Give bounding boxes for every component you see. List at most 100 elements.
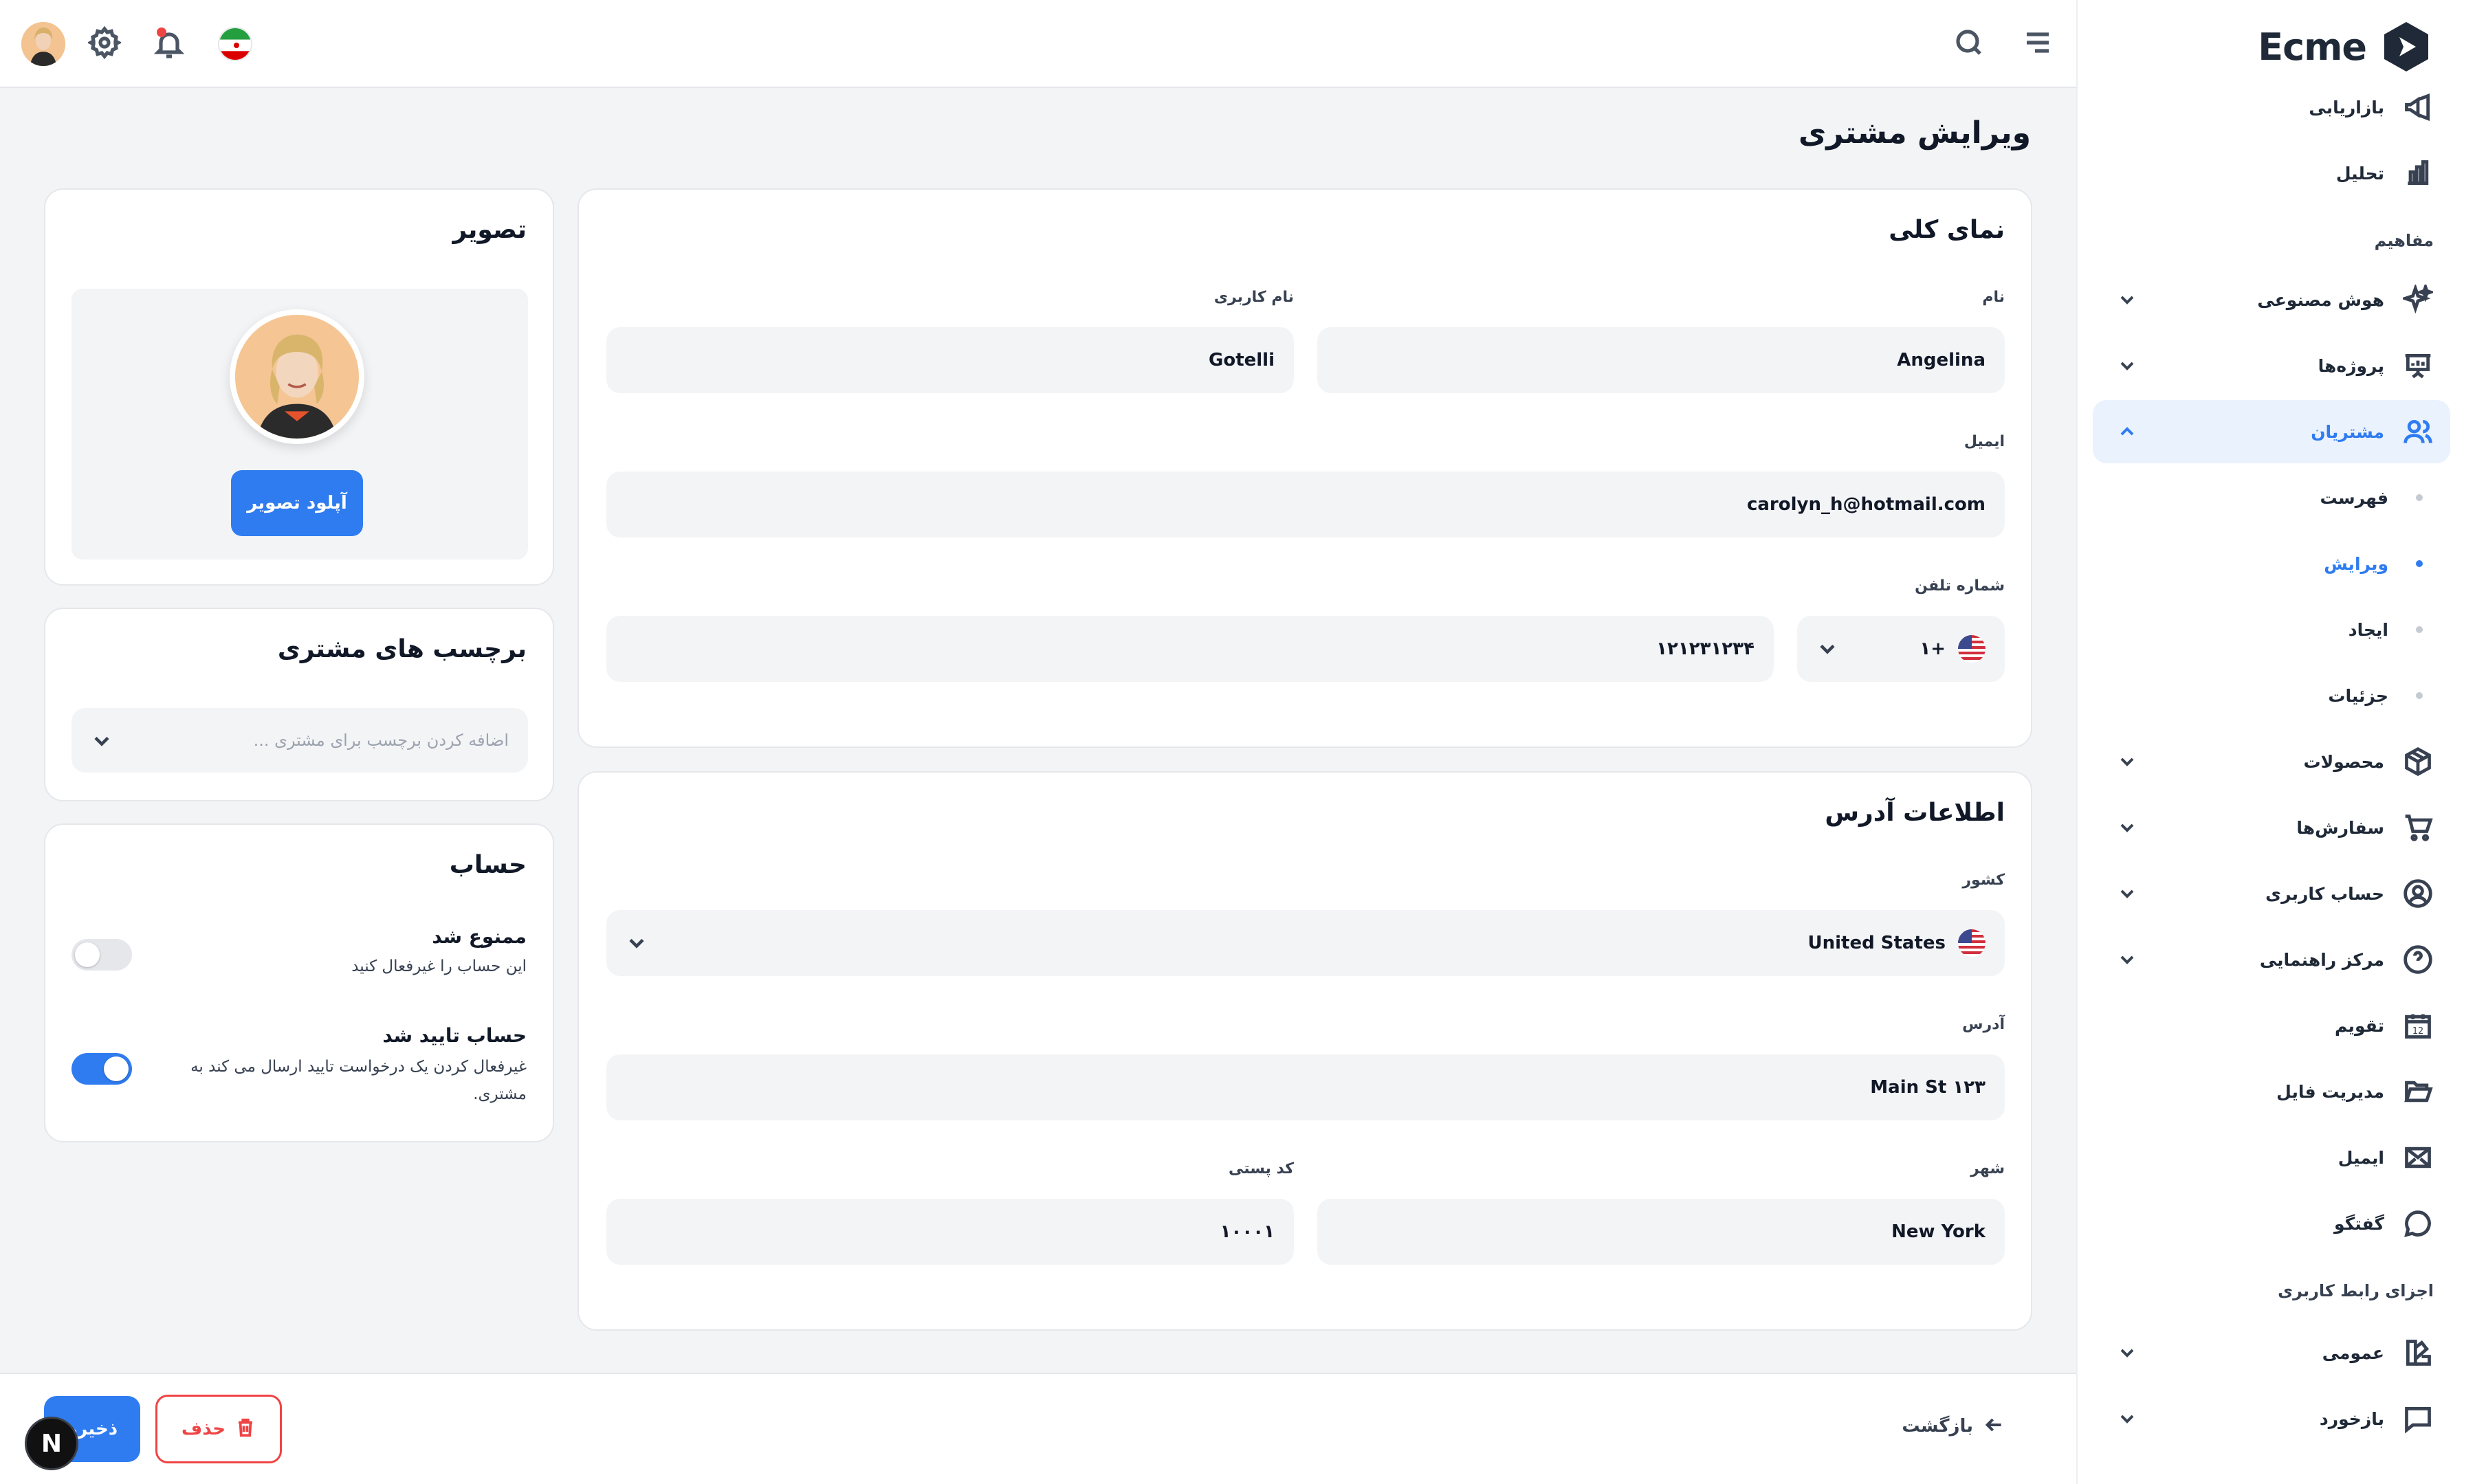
sidebar-item-mail[interactable]: ایمیل <box>2093 1126 2450 1189</box>
menu-toggle-button[interactable] <box>2017 23 2058 65</box>
verified-toggle[interactable] <box>72 1053 132 1085</box>
sidebar-item-account[interactable]: حساب کاربری <box>2093 862 2450 925</box>
sidebar-item-orders[interactable]: سفارش‌ها <box>2093 796 2450 859</box>
postal-code-value: ۱۰۰۰۱ <box>1220 1221 1275 1242</box>
toggle-knob <box>75 942 100 967</box>
chevron-down-icon <box>2116 883 2138 905</box>
chevron-down-icon <box>624 931 649 955</box>
username-field[interactable]: Gotelli <box>606 327 1294 393</box>
phone-code-value: +۱ <box>1920 639 1946 659</box>
bullet-dot <box>2416 494 2423 501</box>
top-header <box>0 0 2076 88</box>
settings-button[interactable] <box>84 23 125 65</box>
email-value: carolyn_h@hotmail.com <box>1746 494 1986 515</box>
address-value: Main St ۱۲۳ <box>1870 1077 1986 1098</box>
avatar <box>21 22 65 66</box>
image-upload-area[interactable]: آپلود تصویر <box>72 289 528 560</box>
sidebar-item-projects[interactable]: پروژه‌ها <box>2093 334 2450 397</box>
sidebar-subitem-details[interactable]: جزئیات <box>2093 668 2450 723</box>
sidebar-item-label: بازاریابی <box>2309 97 2384 118</box>
folder-open-icon <box>2402 1076 2434 1107</box>
sparkles-icon <box>2402 284 2434 315</box>
message-dots-icon <box>2402 1403 2434 1435</box>
sidebar-item-ai[interactable]: هوش مصنوعی <box>2093 268 2450 331</box>
chat-bubble-icon <box>2402 1208 2434 1239</box>
arrow-left-icon <box>1983 1414 2005 1439</box>
sidebar-subitem-create[interactable]: ایجاد <box>2093 602 2450 657</box>
sidebar-subitem-label: ایجاد <box>2348 619 2388 640</box>
account-card: حساب ممنوع شد این حساب را غیرفعال کنید ح… <box>44 823 554 1142</box>
cart-icon <box>2402 812 2434 843</box>
sidebar-item-feedback[interactable]: بازخورد <box>2093 1387 2450 1450</box>
address-field[interactable]: Main St ۱۲۳ <box>606 1054 2005 1120</box>
postal-code-field[interactable]: ۱۰۰۰۱ <box>606 1199 1294 1265</box>
chevron-down-icon <box>2116 355 2138 377</box>
back-button[interactable]: بازگشت <box>1902 1414 2005 1439</box>
tags-placeholder: اضافه کردن برچسب برای مشتری ... <box>253 731 509 750</box>
help-circle-icon <box>2402 944 2434 975</box>
country-select[interactable]: United States <box>606 910 2005 976</box>
phone-number-field[interactable]: ۱۲۱۲۳۱۲۳۴ <box>606 616 1774 682</box>
sidebar-item-help-center[interactable]: مرکز راهنمایی <box>2093 928 2450 991</box>
sidebar-subitem-label: ویرایش <box>2324 553 2388 574</box>
account-title: حساب <box>449 851 527 879</box>
sidebar-item-marketing[interactable]: بازاریابی <box>2093 76 2450 139</box>
city-field[interactable]: New York <box>1317 1199 2005 1265</box>
email-label: ایمیل <box>1964 433 2005 450</box>
bullet-dot <box>2416 626 2423 633</box>
iran-flag-icon <box>218 27 252 61</box>
country-label: کشور <box>1962 872 2005 889</box>
sidebar-subitem-label: فهرست <box>2320 487 2388 508</box>
sidebar-item-label: مشتریان <box>2311 421 2384 442</box>
chevron-down-icon <box>2116 289 2138 311</box>
sidebar-group-ui-components: اجزای رابط کاربری <box>2278 1281 2434 1300</box>
customer-tags-card: برچسب های مشتری اضافه کردن برچسب برای مش… <box>44 608 554 801</box>
presentation-board-icon <box>2402 350 2434 381</box>
upload-image-button[interactable]: آپلود تصویر <box>231 470 363 536</box>
sidebar-item-customers[interactable]: مشتریان <box>2093 400 2450 463</box>
sidebar-item-file-manager[interactable]: مدیریت فایل <box>2093 1060 2450 1123</box>
notifications-button[interactable] <box>148 23 190 65</box>
sidebar-item-label: پروژه‌ها <box>2318 355 2384 376</box>
sidebar-item-chat[interactable]: گفتگو <box>2093 1192 2450 1255</box>
sidebar-subitem-list[interactable]: فهرست <box>2093 470 2450 525</box>
tags-title: برچسب های مشتری <box>277 635 527 663</box>
bell-icon <box>153 27 186 60</box>
sidebar-item-label: بازخورد <box>2319 1408 2384 1429</box>
trash-icon <box>235 1417 256 1441</box>
notification-dot <box>157 27 166 37</box>
banned-title: ممنوع شد <box>432 925 527 948</box>
chevron-down-icon <box>2116 1342 2138 1364</box>
phone-country-code-select[interactable]: +۱ <box>1797 616 2005 682</box>
users-icon <box>2402 416 2434 447</box>
form-footer: بازگشت حذف ذخیره N <box>0 1373 2076 1484</box>
sidebar-item-analytics[interactable]: تحلیل <box>2093 142 2450 205</box>
sidebar-subitem-edit[interactable]: ویرایش <box>2093 536 2450 591</box>
email-field[interactable]: carolyn_h@hotmail.com <box>606 472 2005 538</box>
sidebar-item-label: مدیریت فایل <box>2276 1081 2384 1102</box>
chevron-down-icon <box>89 729 114 753</box>
delete-button[interactable]: حذف <box>155 1395 282 1463</box>
chevron-up-icon <box>2116 421 2138 443</box>
sidebar-item-label: محصولات <box>2303 751 2384 772</box>
search-button[interactable] <box>1948 23 1990 65</box>
phone-number-value: ۱۲۱۲۳۱۲۳۴ <box>1656 639 1754 659</box>
tags-select[interactable]: اضافه کردن برچسب برای مشتری ... <box>72 708 528 773</box>
sidebar-item-calendar[interactable]: 12 تقویم <box>2093 994 2450 1057</box>
verified-description: غیرفعال کردن یک درخواست تایید ارسال می ک… <box>190 1058 527 1103</box>
sidebar-item-products[interactable]: محصولات <box>2093 730 2450 793</box>
sidebar-item-common[interactable]: عمومی <box>2093 1321 2450 1384</box>
ecme-logo-icon <box>2379 19 2434 74</box>
brand[interactable]: Ecme <box>2258 12 2434 81</box>
first-name-value: Angelina <box>1897 350 1986 370</box>
chevron-down-icon <box>1815 636 1840 661</box>
banned-toggle[interactable] <box>72 939 132 971</box>
first-name-field[interactable]: Angelina <box>1317 327 2005 393</box>
us-flag-icon <box>1958 635 1986 663</box>
user-avatar[interactable] <box>21 21 66 67</box>
overview-title: نمای کلی <box>1889 216 2005 244</box>
language-button[interactable] <box>214 23 256 65</box>
box-icon <box>2402 746 2434 777</box>
nextjs-badge[interactable]: N <box>25 1417 78 1470</box>
back-label: بازگشت <box>1902 1416 1973 1437</box>
